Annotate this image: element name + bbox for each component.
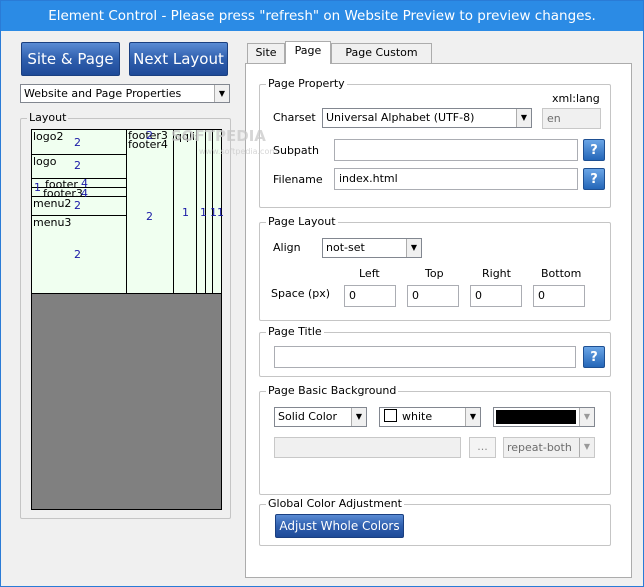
chevron-down-icon: ▼ [579, 408, 594, 426]
space-right-input[interactable]: 0 [470, 285, 522, 307]
page-layout-legend: Page Layout [266, 215, 338, 229]
space-label: Space (px) [271, 287, 331, 300]
layout-number: 2 [146, 129, 153, 142]
background-repeat-value: repeat-both [507, 441, 572, 454]
cell-label: menu2 [33, 197, 72, 210]
align-select[interactable]: not-set ▼ [322, 238, 422, 258]
layout-legend: Layout [27, 111, 69, 125]
bottom-label: Bottom [541, 267, 582, 280]
tab-site[interactable]: Site [247, 43, 285, 63]
left-label: Left [359, 267, 380, 280]
page-background-legend: Page Basic Background [266, 384, 399, 398]
layout-number: 2 [74, 248, 81, 261]
color-swatch [384, 409, 397, 422]
filename-help-button[interactable]: ? [583, 168, 605, 190]
page-title-legend: Page Title [266, 325, 324, 339]
chevron-down-icon: ▼ [214, 85, 229, 102]
watermark-url: www.softpedia.com [199, 147, 278, 156]
browse-button[interactable]: ... [469, 437, 496, 458]
charset-select[interactable]: Universal Alphabet (UTF-8) ▼ [322, 108, 532, 128]
filename-input[interactable]: index.html [334, 168, 578, 190]
tab-page-custom-code[interactable]: Page Custom Code [331, 43, 432, 77]
page-title-help-button[interactable]: ? [583, 346, 605, 368]
align-label: Align [273, 241, 301, 254]
properties-select-value: Website and Page Properties [24, 87, 182, 100]
align-select-value: not-set [326, 241, 365, 254]
layout-number: 11 [210, 206, 224, 219]
layout-number: 1 [182, 206, 189, 219]
cell-label: logo2 [33, 130, 64, 143]
background-color-picker[interactable]: ▼ [493, 407, 595, 427]
layout-number: 1 [200, 206, 207, 219]
subpath-input[interactable] [334, 139, 578, 161]
background-type-select[interactable]: Solid Color ▼ [274, 407, 367, 427]
global-color-legend: Global Color Adjustment [266, 497, 404, 511]
background-color-name: white [402, 410, 433, 423]
charset-label: Charset [273, 111, 316, 124]
page-title-input[interactable] [274, 346, 576, 368]
xml-lang-label: xml:lang [552, 92, 600, 105]
layout-number: 4 [81, 187, 88, 200]
next-layout-button[interactable]: Next Layout [129, 42, 228, 76]
window-title: Element Control - Please press "refresh"… [1, 1, 643, 31]
chevron-down-icon: ▼ [406, 239, 421, 257]
cell-label: logo [33, 155, 57, 168]
top-label: Top [425, 267, 444, 280]
space-top-input[interactable]: 0 [407, 285, 459, 307]
background-color-select[interactable]: white ▼ [379, 407, 481, 427]
layout-number: 2 [74, 199, 81, 212]
page-property-legend: Page Property [266, 77, 347, 91]
layout-number: 2 [74, 159, 81, 172]
chevron-down-icon: ▼ [516, 109, 531, 127]
cell-label: menu3 [33, 216, 72, 229]
site-page-button[interactable]: Site & Page [21, 42, 120, 76]
chevron-down-icon: ▼ [579, 438, 594, 457]
charset-select-value: Universal Alphabet (UTF-8) [326, 111, 475, 124]
xml-lang-input[interactable]: en [542, 108, 601, 129]
background-repeat-select[interactable]: repeat-both ▼ [503, 437, 595, 458]
right-label: Right [482, 267, 511, 280]
space-left-input[interactable]: 0 [344, 285, 396, 307]
black-swatch [496, 410, 576, 424]
layout-number: 1 [34, 181, 41, 194]
background-image-input[interactable] [274, 437, 461, 458]
adjust-whole-colors-button[interactable]: Adjust Whole Colors [275, 514, 404, 538]
properties-select[interactable]: Website and Page Properties ▼ [20, 84, 230, 103]
watermark-text: SOFTPEDIA [171, 127, 266, 145]
layout-number: 2 [146, 210, 153, 223]
space-bottom-input[interactable]: 0 [533, 285, 585, 307]
chevron-down-icon: ▼ [465, 408, 480, 426]
filename-label: Filename [273, 173, 323, 186]
tab-page[interactable]: Page [285, 41, 331, 64]
background-type-value: Solid Color [278, 410, 338, 423]
subpath-label: Subpath [273, 144, 319, 157]
chevron-down-icon: ▼ [351, 408, 366, 426]
subpath-help-button[interactable]: ? [583, 139, 605, 161]
element-control-window: Element Control - Please press "refresh"… [0, 0, 644, 587]
layout-number: 2 [74, 136, 81, 149]
